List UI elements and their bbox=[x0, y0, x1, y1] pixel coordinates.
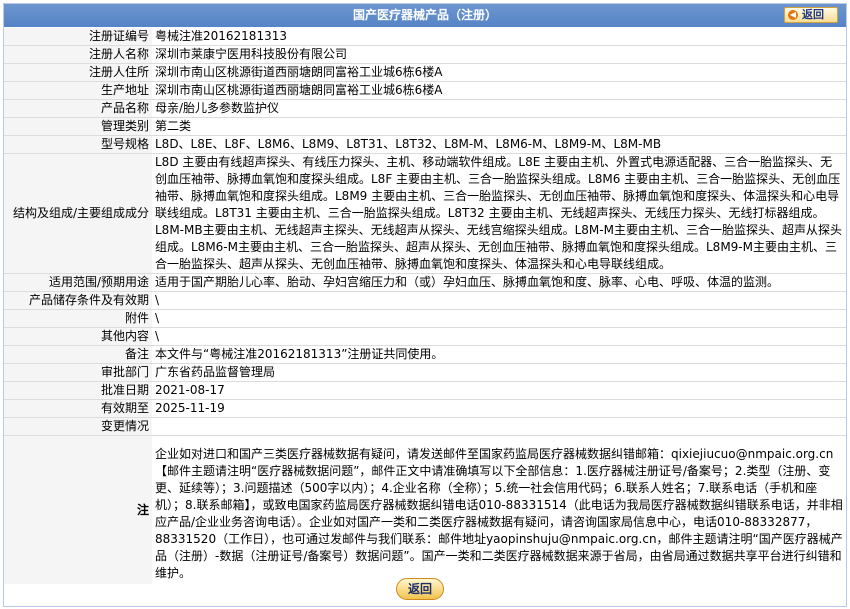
detail-row: 有效期至 2025-11-19 bbox=[4, 399, 846, 418]
detail-row: 结构及组成/主要组成成分 L8D 主要由有线超声探头、有线压力探头、主机、移动端软… bbox=[4, 153, 846, 274]
field-value: L8D 主要由有线超声探头、有线压力探头、主机、移动端软件组成。L8E 主要由主… bbox=[152, 153, 846, 274]
field-label: 注册人名称 bbox=[4, 45, 152, 64]
field-value: 适用于国产期胎儿心率、胎动、孕妇宫缩压力和（或）孕妇血压、脉搏血氧饱和度、脉率、… bbox=[152, 273, 846, 292]
field-label: 其他内容 bbox=[4, 327, 152, 346]
field-value: \ bbox=[152, 291, 846, 310]
detail-row: 变更情况 bbox=[4, 417, 846, 436]
detail-panel: 国产医疗器械产品（注册） ◀ 返回 注册证编号 粤械注准20162181313 注册… bbox=[3, 3, 847, 607]
page-title-bar: 国产医疗器械产品（注册） ◀ 返回 bbox=[4, 4, 846, 27]
detail-row: 批准日期 2021-08-17 bbox=[4, 381, 846, 400]
field-value: 深圳市南山区桃源街道西丽塘朗同富裕工业城6栋6楼A bbox=[152, 81, 846, 100]
back-button-top-label: 返回 bbox=[802, 8, 824, 21]
detail-table: 注册证编号 粤械注准20162181313 注册人名称 深圳市莱康宁医用科技股份有限公… bbox=[4, 28, 846, 584]
field-label: 管理类别 bbox=[4, 117, 152, 136]
back-button-bottom[interactable]: 返回 bbox=[396, 578, 444, 600]
field-label: 附件 bbox=[4, 309, 152, 328]
field-label: 产品储存条件及有效期 bbox=[4, 291, 152, 310]
field-value: 广东省药品监督管理局 bbox=[152, 363, 846, 382]
field-value: 母亲/胎儿多参数监护仪 bbox=[152, 99, 846, 118]
field-value: \ bbox=[152, 309, 846, 328]
field-label: 结构及组成/主要组成成分 bbox=[4, 153, 152, 274]
detail-row: 适用范围/预期用途 适用于国产期胎儿心率、胎动、孕妇宫缩压力和（或）孕妇血压、脉搏… bbox=[4, 273, 846, 292]
detail-row: 型号规格 L8D、L8E、L8F、L8M6、L8M9、L8T31、L8T32、L8… bbox=[4, 135, 846, 154]
detail-row: 生产地址 深圳市南山区桃源街道西丽塘朗同富裕工业城6栋6楼A bbox=[4, 81, 846, 100]
field-label: 注册人住所 bbox=[4, 63, 152, 82]
detail-row: 产品储存条件及有效期 \ bbox=[4, 291, 846, 310]
field-value: 深圳市南山区桃源街道西丽塘朗同富裕工业城6栋6楼A bbox=[152, 63, 846, 82]
detail-row: 审批部门 广东省药品监督管理局 bbox=[4, 363, 846, 382]
detail-row: 管理类别 第二类 bbox=[4, 117, 846, 136]
field-label: 注册证编号 bbox=[4, 28, 152, 46]
field-value: \ bbox=[152, 327, 846, 346]
field-value: L8D、L8E、L8F、L8M6、L8M9、L8T31、L8T32、L8M-M、… bbox=[152, 135, 846, 154]
field-label: 有效期至 bbox=[4, 399, 152, 418]
note-label: 注 bbox=[4, 435, 152, 584]
field-label: 型号规格 bbox=[4, 135, 152, 154]
detail-row: 备注 本文件与“粤械注准20162181313”注册证共同使用。 bbox=[4, 345, 846, 364]
field-label: 产品名称 bbox=[4, 99, 152, 118]
field-label: 备注 bbox=[4, 345, 152, 364]
field-label: 审批部门 bbox=[4, 363, 152, 382]
detail-row: 注册人名称 深圳市莱康宁医用科技股份有限公司 bbox=[4, 45, 846, 64]
field-value: 2025-11-19 bbox=[152, 399, 846, 418]
detail-row: 注册人住所 深圳市南山区桃源街道西丽塘朗同富裕工业城6栋6楼A bbox=[4, 63, 846, 82]
field-value: 2021-08-17 bbox=[152, 381, 846, 400]
detail-row: 附件 \ bbox=[4, 309, 846, 328]
back-button-top[interactable]: ◀ 返回 bbox=[784, 7, 838, 23]
page-title: 国产医疗器械产品（注册） bbox=[352, 8, 497, 22]
field-label: 生产地址 bbox=[4, 81, 152, 100]
detail-row: 产品名称 母亲/胎儿多参数监护仪 bbox=[4, 99, 846, 118]
note-row: 注企业如对进口和国产三类医疗器械数据有疑问，请发送邮件至国家药监局医疗器械数据纠… bbox=[4, 435, 846, 584]
field-value: 本文件与“粤械注准20162181313”注册证共同使用。 bbox=[152, 345, 846, 364]
field-label: 适用范围/预期用途 bbox=[4, 273, 152, 292]
detail-row: 注册证编号 粤械注准20162181313 bbox=[4, 28, 846, 46]
field-label: 变更情况 bbox=[4, 417, 152, 436]
field-value: 第二类 bbox=[152, 117, 846, 136]
note-text: 企业如对进口和国产三类医疗器械数据有疑问，请发送邮件至国家药监局医疗器械数据纠错… bbox=[152, 435, 846, 584]
back-arrow-icon: ◀ bbox=[788, 10, 798, 20]
field-value: 深圳市莱康宁医用科技股份有限公司 bbox=[152, 45, 846, 64]
field-value: 粤械注准20162181313 bbox=[152, 28, 846, 46]
detail-row: 其他内容 \ bbox=[4, 327, 846, 346]
field-value bbox=[152, 417, 846, 436]
field-label: 批准日期 bbox=[4, 381, 152, 400]
back-button-bottom-label: 返回 bbox=[407, 582, 432, 596]
